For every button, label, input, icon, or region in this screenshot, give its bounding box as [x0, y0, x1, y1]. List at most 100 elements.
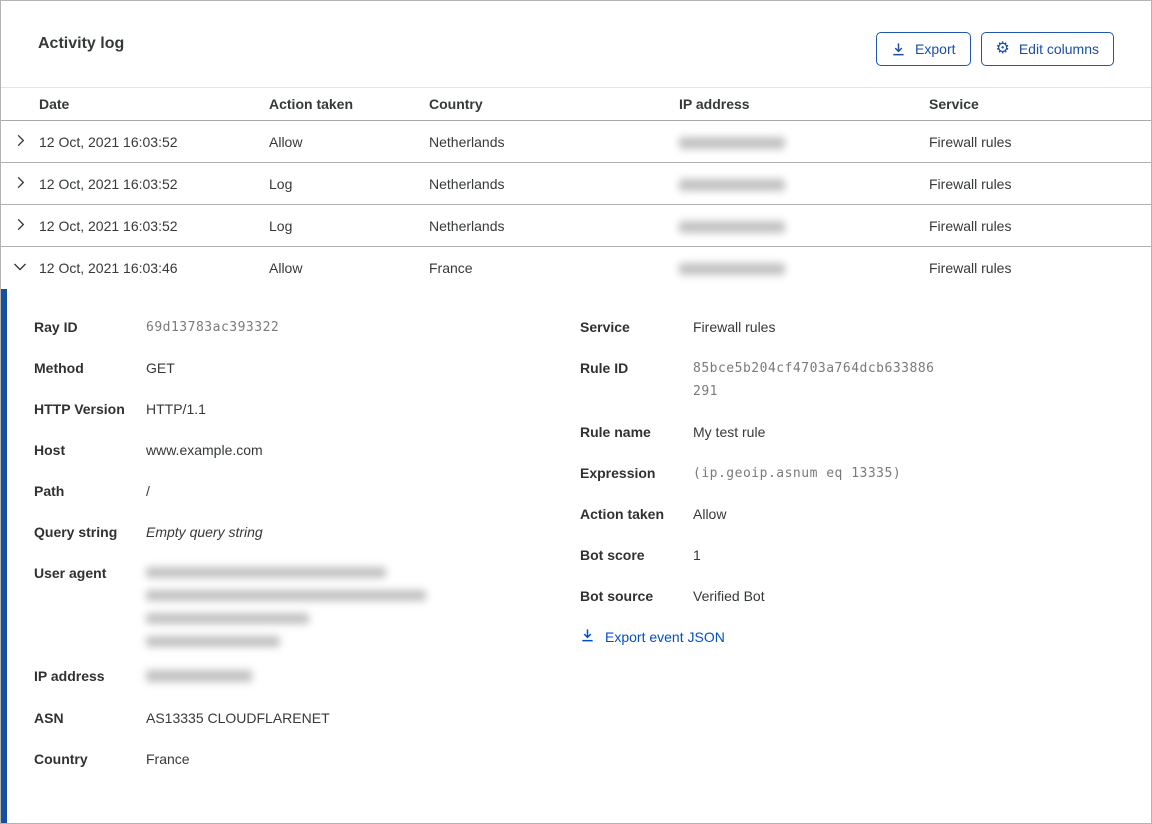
- row-country: Netherlands: [429, 133, 505, 150]
- collapse-row-button[interactable]: [1, 259, 39, 278]
- detail-label: Path: [34, 483, 65, 499]
- detail-row-http-version: HTTP Version HTTP/1.1: [34, 398, 580, 421]
- detail-value: www.example.com: [146, 442, 263, 458]
- row-ip-redacted: [679, 218, 929, 234]
- row-service: Firewall rules: [929, 217, 1012, 234]
- detail-label: Method: [34, 360, 84, 376]
- detail-value: HTTP/1.1: [146, 401, 206, 417]
- detail-value: France: [146, 751, 190, 767]
- edit-columns-button[interactable]: ⚙ Edit columns: [980, 32, 1114, 66]
- detail-label: Service: [580, 319, 630, 335]
- row-country: France: [429, 260, 473, 276]
- row-service: Firewall rules: [929, 175, 1012, 192]
- gear-icon: ⚙: [995, 40, 1010, 57]
- row-action: Log: [269, 217, 293, 234]
- expand-row-button[interactable]: [1, 217, 39, 235]
- column-header-ip-address: IP address: [679, 96, 750, 112]
- export-button[interactable]: Export: [876, 32, 971, 66]
- detail-value: Verified Bot: [693, 588, 765, 604]
- table-header: Date Action taken Country IP address Ser…: [1, 87, 1151, 121]
- download-icon: [580, 628, 595, 646]
- table-row[interactable]: 12 Oct, 2021 16:03:52 Log Netherlands Fi…: [1, 205, 1151, 247]
- row-ip-redacted: [679, 260, 929, 276]
- table-row-expanded[interactable]: 12 Oct, 2021 16:03:46 Allow France Firew…: [1, 247, 1151, 289]
- detail-row-host: Host www.example.com: [34, 439, 580, 462]
- row-service: Firewall rules: [929, 133, 1012, 150]
- edit-columns-button-label: Edit columns: [1018, 41, 1099, 57]
- row-action: Allow: [269, 260, 303, 276]
- chevron-down-icon: [12, 259, 28, 278]
- detail-label: Ray ID: [34, 319, 78, 335]
- detail-label: Bot score: [580, 547, 645, 563]
- detail-label: Rule name: [580, 424, 651, 440]
- detail-row-ray-id: Ray ID 69d13783ac393322: [34, 316, 580, 339]
- detail-value: /: [146, 483, 150, 499]
- detail-label: Host: [34, 442, 66, 458]
- detail-label: HTTP Version: [34, 401, 125, 417]
- row-date: 12 Oct, 2021 16:03:52: [39, 133, 178, 150]
- row-country: Netherlands: [429, 217, 505, 234]
- export-event-json-label: Export event JSON: [605, 629, 725, 645]
- event-detail-panel: Ray ID 69d13783ac393322 Method GET HTTP …: [1, 289, 1151, 823]
- detail-row-rule-id: Rule ID 85bce5b204cf4703a764dcb633886291: [580, 357, 1114, 403]
- row-action: Allow: [269, 133, 303, 150]
- detail-value: 1: [693, 547, 701, 563]
- detail-row-rule-name: Rule name My test rule: [580, 421, 1114, 444]
- detail-row-bot-score: Bot score 1: [580, 544, 1114, 567]
- expand-row-button[interactable]: [1, 133, 39, 151]
- detail-row-asn: ASN AS13335 CLOUDFLARENET: [34, 707, 580, 730]
- chevron-right-icon: [13, 133, 28, 151]
- chevron-right-icon: [13, 217, 28, 235]
- column-header-country: Country: [429, 96, 483, 112]
- detail-value: AS13335 CLOUDFLARENET: [146, 710, 330, 726]
- detail-row-method: Method GET: [34, 357, 580, 380]
- activity-log-panel: Activity log Export ⚙ Edit columns Date …: [0, 0, 1152, 824]
- page-title: Activity log: [38, 35, 125, 52]
- detail-label: Country: [34, 751, 88, 767]
- detail-label: User agent: [34, 565, 107, 581]
- detail-row-query-string: Query string Empty query string: [34, 521, 580, 544]
- detail-row-country: Country France: [34, 748, 580, 771]
- export-button-label: Export: [915, 41, 956, 57]
- redacted-ip-address: [146, 665, 252, 689]
- detail-value: Allow: [693, 506, 727, 522]
- row-service: Firewall rules: [929, 260, 1012, 276]
- detail-row-action-taken: Action taken Allow: [580, 503, 1114, 526]
- table-row[interactable]: 12 Oct, 2021 16:03:52 Log Netherlands Fi…: [1, 163, 1151, 205]
- detail-row-bot-source: Bot source Verified Bot: [580, 585, 1114, 608]
- export-event-json-link[interactable]: Export event JSON: [580, 628, 725, 646]
- detail-value: (ip.geoip.asnum eq 13335): [693, 466, 902, 481]
- detail-label: IP address: [34, 668, 105, 684]
- detail-value: 69d13783ac393322: [146, 320, 280, 335]
- detail-value: My test rule: [693, 424, 766, 440]
- column-header-service: Service: [929, 96, 979, 112]
- row-date: 12 Oct, 2021 16:03:52: [39, 175, 178, 192]
- table-row[interactable]: 12 Oct, 2021 16:03:52 Allow Netherlands …: [1, 121, 1151, 163]
- detail-value: GET: [146, 360, 175, 376]
- detail-label: Expression: [580, 465, 656, 481]
- row-ip-redacted: [679, 134, 929, 150]
- detail-left-column: Ray ID 69d13783ac393322 Method GET HTTP …: [34, 316, 580, 823]
- redacted-user-agent: [146, 562, 426, 647]
- detail-row-service: Service Firewall rules: [580, 316, 1114, 339]
- topbar: Activity log Export ⚙ Edit columns: [1, 1, 1151, 87]
- detail-label: Action taken: [580, 506, 665, 522]
- expand-row-button[interactable]: [1, 175, 39, 193]
- detail-row-ip-address: IP address: [34, 665, 580, 689]
- chevron-right-icon: [13, 175, 28, 193]
- detail-value: Empty query string: [146, 524, 263, 540]
- row-country: Netherlands: [429, 175, 505, 192]
- detail-label: ASN: [34, 710, 64, 726]
- detail-label: Bot source: [580, 588, 654, 604]
- column-header-action-taken: Action taken: [269, 96, 354, 112]
- detail-value: Firewall rules: [693, 319, 776, 335]
- row-action: Log: [269, 175, 293, 192]
- toolbar: Export ⚙ Edit columns: [876, 32, 1114, 66]
- row-ip-redacted: [679, 176, 929, 192]
- detail-row-expression: Expression (ip.geoip.asnum eq 13335): [580, 462, 1114, 485]
- detail-row-path: Path /: [34, 480, 580, 503]
- row-date: 12 Oct, 2021 16:03:46: [39, 260, 178, 276]
- detail-label: Rule ID: [580, 360, 629, 376]
- detail-label: Query string: [34, 524, 118, 540]
- detail-row-user-agent: User agent: [34, 562, 580, 647]
